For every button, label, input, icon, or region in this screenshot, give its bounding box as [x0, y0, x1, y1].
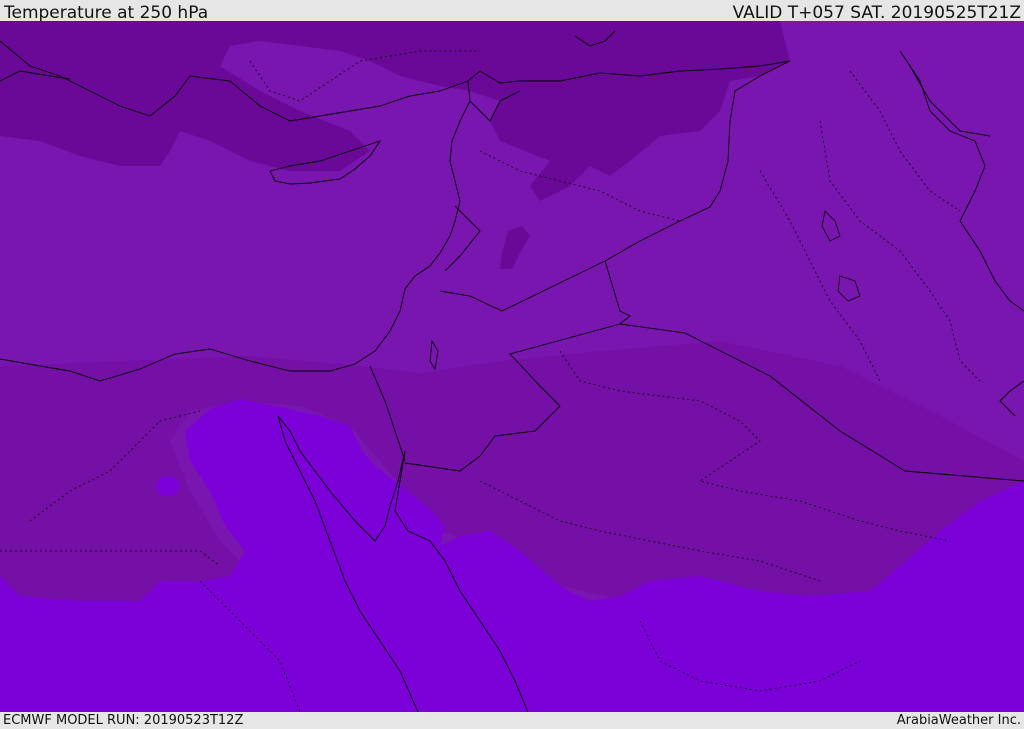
credit-label: ArabiaWeather Inc.: [896, 713, 1021, 728]
temperature-pocket-warm: [156, 476, 180, 496]
footer-bar: ECMWF MODEL RUN: 20190523T12Z ArabiaWeat…: [0, 712, 1024, 729]
valid-time: VALID T+057 SAT. 20190525T21Z: [732, 3, 1021, 23]
weather-map[interactable]: [0, 21, 1024, 712]
model-run-label: ECMWF MODEL RUN: 20190523T12Z: [3, 713, 244, 728]
map-title: Temperature at 250 hPa: [4, 3, 209, 23]
header-bar: Temperature at 250 hPa VALID T+057 SAT. …: [0, 0, 1024, 23]
